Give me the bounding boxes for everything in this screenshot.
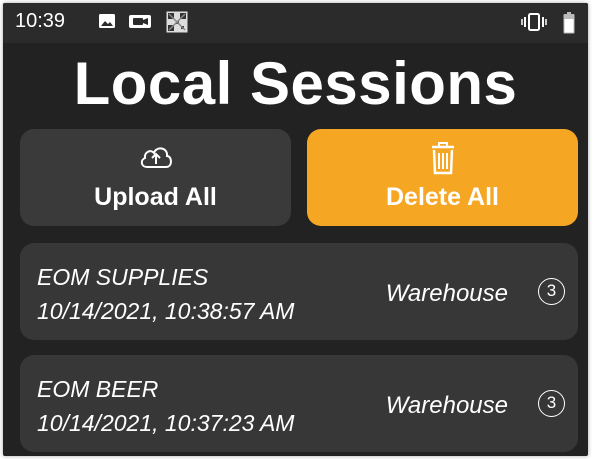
trash-icon <box>429 141 457 180</box>
session-item[interactable]: EOM BEER 10/14/2021, 10:37:23 AM Warehou… <box>20 355 578 452</box>
session-count-badge: 3 <box>538 278 565 305</box>
app-screen: 10:39 Local Sessions Upload All Delete A… <box>3 3 588 456</box>
image-icon <box>98 12 116 35</box>
status-bar: 10:39 <box>3 3 588 43</box>
camera-icon <box>128 12 152 35</box>
vibrate-icon <box>521 13 547 36</box>
page-title: Local Sessions <box>73 50 518 117</box>
upload-all-button[interactable]: Upload All <box>20 129 291 226</box>
session-datetime: 10/14/2021, 10:38:57 AM <box>37 298 295 324</box>
status-time: 10:39 <box>15 10 66 32</box>
session-datetime: 10/14/2021, 10:37:23 AM <box>37 410 295 436</box>
session-count-badge: 3 <box>538 390 565 417</box>
session-item[interactable]: EOM SUPPLIES 10/14/2021, 10:38:57 AM War… <box>20 243 578 340</box>
upload-all-label: Upload All <box>94 183 217 211</box>
session-location: Warehouse <box>385 280 508 307</box>
session-location: Warehouse <box>385 392 508 419</box>
cloud-upload-icon <box>138 143 174 176</box>
session-name: EOM SUPPLIES <box>37 264 209 290</box>
battery-icon <box>563 12 575 39</box>
session-name: EOM BEER <box>37 376 159 402</box>
qr-code-icon <box>166 11 188 38</box>
delete-all-button[interactable]: Delete All <box>307 129 578 226</box>
delete-all-label: Delete All <box>385 183 499 211</box>
